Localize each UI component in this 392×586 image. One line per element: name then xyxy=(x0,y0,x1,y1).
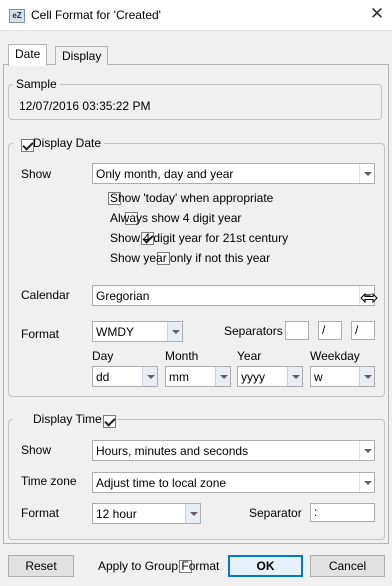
month-label: Month xyxy=(165,349,199,363)
calendar-label: Calendar xyxy=(21,288,70,302)
date-format-label: Format xyxy=(21,327,60,341)
time-separator-input[interactable]: : xyxy=(310,503,375,522)
ok-button[interactable]: OK xyxy=(228,555,303,577)
day-select[interactable]: dd xyxy=(92,366,158,387)
month-select[interactable]: mm xyxy=(165,366,231,387)
timezone-select[interactable]: Adjust time to local zone xyxy=(92,472,375,493)
day-value: dd xyxy=(96,370,110,384)
date-show-label: Show xyxy=(21,167,52,181)
time-format-label: Format xyxy=(21,506,60,520)
timezone-value: Adjust time to local zone xyxy=(96,476,227,490)
sample-value: 12/07/2016 03:35:22 PM xyxy=(19,99,151,113)
time-show-label: Show xyxy=(21,443,52,457)
chevron-down-icon xyxy=(185,504,200,523)
chevron-down-icon xyxy=(142,367,157,386)
weekday-label: Weekday xyxy=(310,349,360,363)
time-format-select[interactable]: 12 hour xyxy=(92,503,201,524)
close-icon[interactable]: ✕ xyxy=(366,3,388,25)
separators-label: Separators xyxy=(224,324,283,338)
time-show-value: Hours, minutes and seconds xyxy=(96,444,249,458)
chevron-down-icon xyxy=(359,367,374,386)
separator-2-input[interactable]: / xyxy=(318,321,342,340)
four-digit-year-label: Always show 4 digit year xyxy=(110,211,242,225)
calendar-select[interactable]: Gregorian xyxy=(92,285,375,306)
app-icon: eZ xyxy=(9,9,25,23)
year-value: yyyy xyxy=(241,370,265,384)
display-time-legend: Display Time xyxy=(33,412,102,426)
year-select[interactable]: yyyy xyxy=(237,366,303,387)
chevron-down-icon xyxy=(359,473,374,492)
weekday-select[interactable]: w xyxy=(310,366,375,387)
date-show-select[interactable]: Only month, day and year xyxy=(92,163,375,184)
time-format-value: 12 hour xyxy=(96,507,137,521)
resize-cursor-icon xyxy=(360,292,378,304)
sample-legend: Sample xyxy=(16,77,57,91)
year-label: Year xyxy=(237,349,262,363)
separator-3-input[interactable]: / xyxy=(351,321,375,340)
tab-display[interactable]: Display xyxy=(55,46,109,65)
display-date-checkbox[interactable] xyxy=(21,139,34,153)
time-show-select[interactable]: Hours, minutes and seconds xyxy=(92,440,375,461)
month-value: mm xyxy=(169,370,189,384)
year-not-this-year-label: Show year only if not this year xyxy=(110,251,271,265)
weekday-value: w xyxy=(314,370,323,384)
chevron-down-icon xyxy=(215,367,230,386)
time-separator-label: Separator xyxy=(249,506,302,520)
reset-button[interactable]: Reset xyxy=(8,555,74,577)
display-time-checkbox[interactable] xyxy=(102,415,116,429)
four-digit-21st-label: Show 4 digit year for 21st century xyxy=(110,231,289,245)
apply-group-label: Apply to Group Format xyxy=(98,559,220,573)
date-format-value: WMDY xyxy=(96,325,134,339)
calendar-value: Gregorian xyxy=(96,289,150,303)
timezone-label: Time zone xyxy=(21,474,77,488)
tab-date[interactable]: Date xyxy=(8,44,48,66)
chevron-down-icon xyxy=(359,164,374,183)
cancel-button[interactable]: Cancel xyxy=(310,555,385,577)
show-today-label: Show 'today' when appropriate xyxy=(110,191,274,205)
window-title: Cell Format for 'Created' xyxy=(31,8,161,22)
date-format-select[interactable]: WMDY xyxy=(92,321,183,342)
separator-1-input[interactable] xyxy=(285,321,309,340)
date-show-value: Only month, day and year xyxy=(96,167,234,181)
chevron-down-icon xyxy=(287,367,302,386)
day-label: Day xyxy=(92,349,114,363)
chevron-down-icon xyxy=(359,441,374,460)
chevron-down-icon xyxy=(167,322,182,341)
